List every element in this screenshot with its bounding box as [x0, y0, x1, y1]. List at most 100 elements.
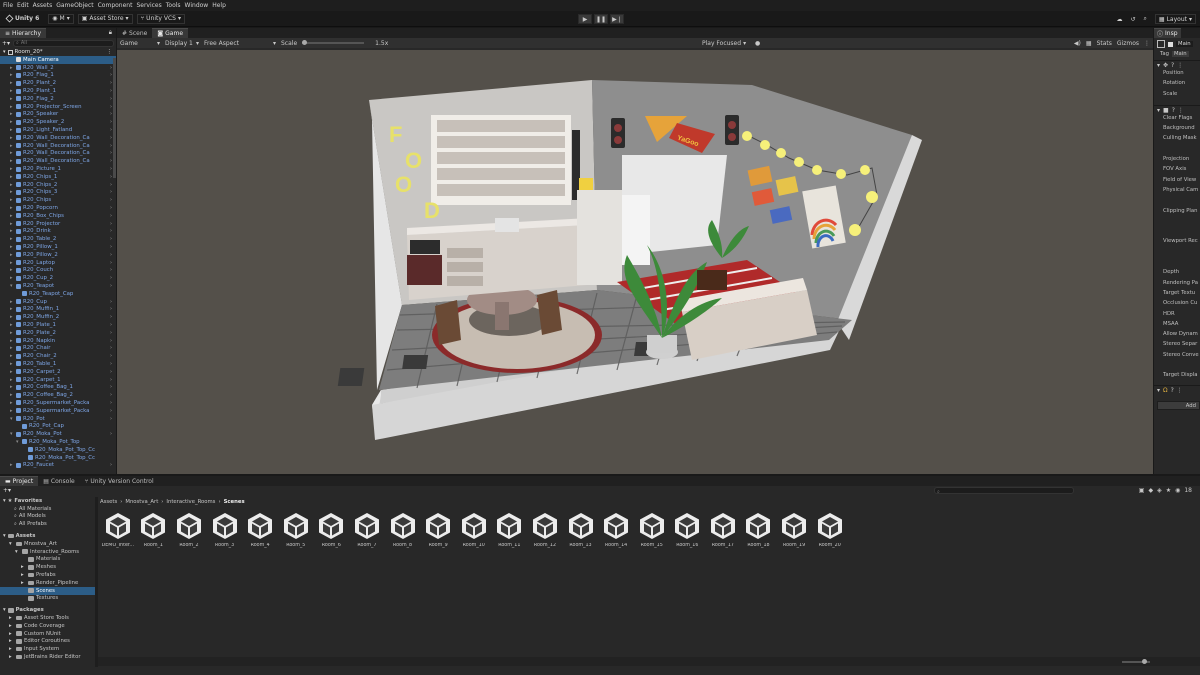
history-icon[interactable]: ↺	[1131, 16, 1136, 23]
hierarchy-item[interactable]: ▸ R20_Projector_Screen ›	[0, 103, 116, 111]
cloud-services-icon[interactable]: ☁	[1117, 16, 1123, 23]
hierarchy-item[interactable]: ▸ R20_Plate_2 ›	[0, 329, 116, 337]
more-icon[interactable]: ⋮	[107, 49, 113, 55]
hierarchy-item[interactable]: ▸ R20_Coffee_Bag_1 ›	[0, 383, 116, 391]
prefab-open-icon[interactable]: ›	[110, 143, 112, 149]
prefab-open-icon[interactable]: ›	[110, 361, 112, 367]
icon-size-slider[interactable]	[1122, 659, 1150, 664]
prefab-open-icon[interactable]: ›	[110, 431, 112, 437]
scene-root[interactable]: ▾ Room_20* ⋮	[0, 48, 116, 56]
prefab-open-icon[interactable]: ›	[110, 221, 112, 227]
hierarchy-item[interactable]: ▸ R20_Chair_2 ›	[0, 352, 116, 360]
hierarchy-item[interactable]: ▸ R20_Cup_2 ›	[0, 274, 116, 282]
project-tree-splitter[interactable]	[95, 497, 98, 667]
hierarchy-item[interactable]: ▸ R20_Chips_3 ›	[0, 189, 116, 197]
scene-asset[interactable]: Room_15	[634, 512, 670, 548]
prefab-open-icon[interactable]: ›	[110, 72, 112, 78]
chevron-right-icon[interactable]: ▸	[9, 615, 14, 621]
prefab-open-icon[interactable]: ›	[110, 392, 112, 398]
hierarchy-item[interactable]: ▸ R20_Carpet_1 ›	[0, 376, 116, 384]
prefab-open-icon[interactable]: ›	[110, 252, 112, 258]
tab-project[interactable]: ▬ Project	[0, 476, 39, 486]
prefab-open-icon[interactable]: ›	[110, 306, 112, 312]
scene-asset[interactable]: Room_7	[349, 512, 385, 548]
gizmos-button[interactable]: Gizmos	[1117, 40, 1139, 47]
filter-type-icon[interactable]: ▣	[1139, 487, 1145, 494]
add-icon[interactable]: +▾	[3, 487, 11, 494]
chevron-right-icon[interactable]: ▸	[9, 631, 14, 637]
hierarchy-item[interactable]: ▸ R20_Table_1 ›	[0, 360, 116, 368]
hierarchy-item[interactable]: ▸ R20_Pillow_1 ›	[0, 243, 116, 251]
prefab-open-icon[interactable]: ›	[110, 111, 112, 117]
prefab-open-icon[interactable]: ›	[110, 283, 112, 289]
hierarchy-item[interactable]: ▸ R20_Picture_1 ›	[0, 165, 116, 173]
hierarchy-item[interactable]: ▾ R20_Moka_Pot_Top	[0, 438, 116, 446]
stats-button[interactable]: Stats	[1097, 40, 1112, 47]
prefab-open-icon[interactable]: ›	[110, 96, 112, 102]
hierarchy-item[interactable]: ▸ R20_Speaker_2 ›	[0, 118, 116, 126]
star-icon[interactable]: ★	[1166, 487, 1171, 494]
hierarchy-item[interactable]: ▸ R20_Muffin_1 ›	[0, 306, 116, 314]
hierarchy-item[interactable]: ▸ R20_Wall_Decoration_Ca ›	[0, 142, 116, 150]
prefab-open-icon[interactable]: ›	[110, 260, 112, 266]
chevron-right-icon[interactable]: ▸	[9, 623, 14, 629]
project-folder-item[interactable]: ▸ Meshes	[0, 563, 95, 571]
prefab-open-icon[interactable]: ›	[110, 322, 112, 328]
favorite-item[interactable]: ⌕ All Models	[0, 513, 95, 521]
mute-icon[interactable]: ●	[755, 40, 760, 47]
hierarchy-item[interactable]: ▸ R20_Box_Chips ›	[0, 212, 116, 220]
hierarchy-item[interactable]: ▸ R20_Pillow_2 ›	[0, 251, 116, 259]
hierarchy-item[interactable]: ▸ R20_Wall_Decoration_Ca ›	[0, 134, 116, 142]
chevron-right-icon[interactable]: ▸	[21, 580, 26, 586]
scene-asset[interactable]: Room_19	[776, 512, 812, 548]
breadcrumb-item[interactable]: Mnostva_Art	[125, 499, 158, 505]
chevron-right-icon[interactable]: ▸	[9, 646, 14, 652]
prefab-open-icon[interactable]: ›	[110, 182, 112, 188]
prefab-open-icon[interactable]: ›	[110, 314, 112, 320]
hierarchy-item[interactable]: ▸ R20_Plate_1 ›	[0, 321, 116, 329]
play-focused-dropdown[interactable]: Play Focused ▾	[702, 40, 762, 47]
add-icon[interactable]: +▾	[2, 40, 10, 47]
hierarchy-search-input[interactable]: ⌕ All	[13, 39, 114, 47]
hierarchy-item[interactable]: ▸ R20_Chips_2 ›	[0, 181, 116, 189]
icon-size-slider-handle[interactable]	[1142, 659, 1147, 664]
menu-help[interactable]: Help	[212, 0, 226, 11]
prefab-open-icon[interactable]: ›	[110, 377, 112, 383]
package-item[interactable]: ▸ Code Coverage	[0, 622, 95, 630]
prefab-open-icon[interactable]: ›	[110, 205, 112, 211]
prefab-open-icon[interactable]: ›	[110, 150, 112, 156]
hierarchy-item[interactable]: ▸ R20_Supermarket_Packa ›	[0, 399, 116, 407]
scene-asset[interactable]: Room_4	[242, 512, 278, 548]
hierarchy-item[interactable]: ▾ R20_Moka_Pot ›	[0, 430, 116, 438]
hierarchy-item[interactable]: R20_Moka_Pot_Top_Cc	[0, 454, 116, 462]
hierarchy-item[interactable]: ▸ R20_Projector ›	[0, 220, 116, 228]
search-icon[interactable]: ⌕	[1144, 15, 1147, 23]
menu-services[interactable]: Services	[136, 0, 161, 11]
hierarchy-item[interactable]: ▸ R20_Table_2 ›	[0, 235, 116, 243]
prefab-open-icon[interactable]: ›	[110, 416, 112, 422]
prefab-open-icon[interactable]: ›	[110, 197, 112, 203]
packages-header[interactable]: ▾ Packages	[0, 606, 95, 614]
grid-icon[interactable]: ▦	[1086, 40, 1092, 47]
menu-file[interactable]: File	[3, 0, 13, 11]
hierarchy-item[interactable]: Main Camera	[0, 56, 116, 64]
hierarchy-item[interactable]: ▸ R20_Plant_2 ›	[0, 79, 116, 87]
breadcrumb-item[interactable]: Interactive_Rooms	[166, 499, 215, 505]
prefab-open-icon[interactable]: ›	[110, 330, 112, 336]
help-icon[interactable]: ?	[1171, 387, 1174, 394]
menu-edit[interactable]: Edit	[17, 0, 29, 11]
chevron-right-icon[interactable]: ▸	[9, 654, 14, 660]
prefab-open-icon[interactable]: ›	[110, 104, 112, 110]
hierarchy-item[interactable]: ▸ R20_Carpet_2 ›	[0, 368, 116, 376]
tab-console[interactable]: ▤ Console	[38, 476, 80, 486]
more-icon[interactable]: ⋮	[1177, 62, 1183, 69]
audio-listener-header[interactable]: ▾ Ω ? ⋮	[1154, 384, 1200, 395]
display-dropdown[interactable]: Display 1 ▾	[165, 40, 199, 47]
menu-window[interactable]: Window	[185, 0, 209, 11]
menu-tools[interactable]: Tools	[166, 0, 181, 11]
active-checkbox[interactable]	[1168, 41, 1173, 47]
tab-game[interactable]: ◙ Game	[152, 28, 189, 38]
unity-account-button[interactable]: Unity 6	[3, 14, 42, 24]
hierarchy-item[interactable]: ▸ R20_Cup ›	[0, 298, 116, 306]
hierarchy-item[interactable]: R20_Teapot_Cap	[0, 290, 116, 298]
